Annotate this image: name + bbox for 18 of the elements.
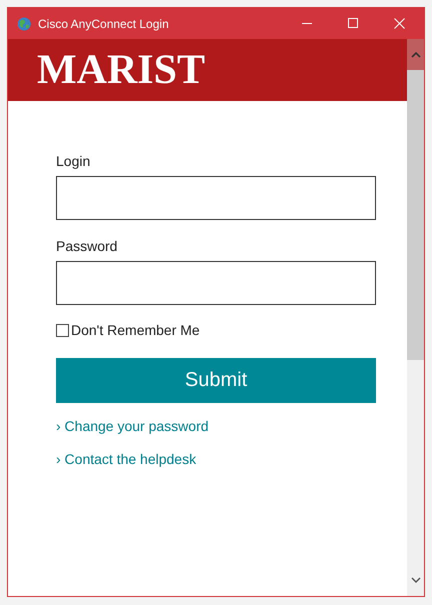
- scroll-up-icon[interactable]: [410, 52, 420, 58]
- submit-button[interactable]: Submit: [56, 358, 376, 403]
- field-label: Login: [56, 153, 92, 170]
- checkbox-label[interactable]: Don't Remember Me: [71, 322, 200, 338]
- input-field[interactable]: [56, 176, 376, 220]
- close-icon[interactable]: [394, 18, 404, 29]
- checkbox[interactable]: [56, 324, 69, 336]
- window-title: Cisco AnyConnect Login: [38, 16, 170, 30]
- scroll-down-icon[interactable]: [410, 577, 420, 583]
- marist-logo: MARIST: [37, 49, 206, 91]
- field-label: Password: [56, 238, 118, 255]
- scrollbar[interactable]: [407, 39, 424, 596]
- input-field[interactable]: [56, 261, 376, 305]
- maximize-icon[interactable]: [348, 18, 358, 29]
- link[interactable]: › Contact the helpdesk: [56, 449, 196, 469]
- globe-icon: [17, 16, 31, 30]
- link[interactable]: › Change your password: [56, 416, 209, 436]
- scrollbar-thumb[interactable]: [407, 70, 424, 360]
